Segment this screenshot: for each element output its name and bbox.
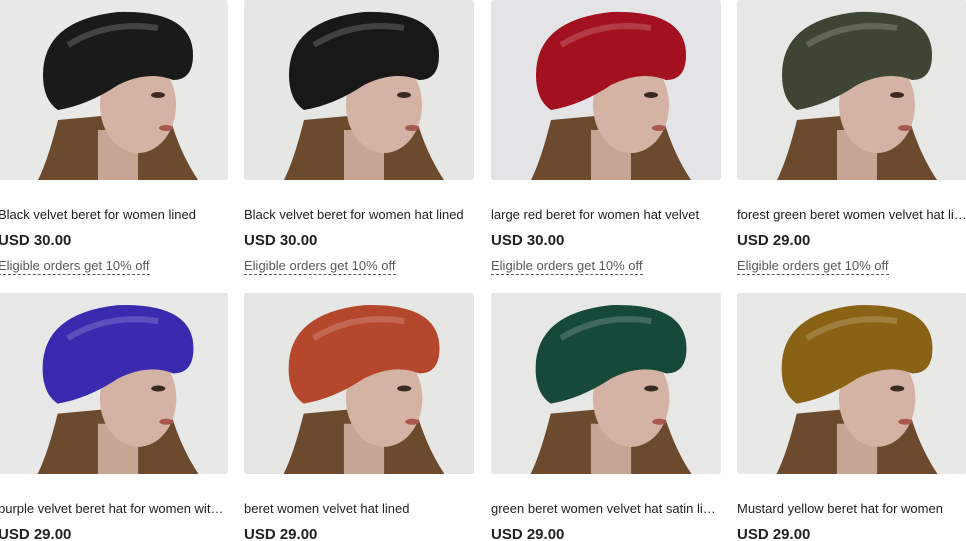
discount-promo[interactable]: Eligible orders get 10% off <box>0 258 150 275</box>
product-price: USD 30.00 <box>491 232 565 249</box>
product-title[interactable]: forest green beret women velvet hat line… <box>737 207 966 223</box>
product-price: USD 30.00 <box>244 232 318 249</box>
product-image[interactable] <box>491 0 721 180</box>
product-card[interactable]: forest green beret women velvet hat line… <box>737 0 966 275</box>
product-price: USD 30.00 <box>0 232 72 249</box>
discount-promo[interactable]: Eligible orders get 10% off <box>244 258 396 275</box>
product-price: USD 29.00 <box>491 526 565 541</box>
product-card[interactable]: large red beret for women hat velvet USD… <box>491 0 721 275</box>
product-title[interactable]: Black velvet beret for women hat lined <box>244 207 474 223</box>
product-image[interactable] <box>737 0 966 180</box>
product-image[interactable] <box>244 0 474 180</box>
product-photo <box>0 0 228 180</box>
product-image[interactable] <box>0 293 228 474</box>
product-card[interactable]: purple velvet beret hat for women with l… <box>0 293 228 541</box>
product-card[interactable]: beret women velvet hat lined USD 29.00 <box>244 293 474 541</box>
product-image[interactable] <box>244 293 474 474</box>
product-title[interactable]: large red beret for women hat velvet <box>491 207 721 223</box>
product-card[interactable]: Black velvet beret for women hat lined U… <box>244 0 474 275</box>
product-photo <box>491 293 721 474</box>
product-photo <box>244 293 474 474</box>
product-card[interactable]: green beret women velvet hat satin lined… <box>491 293 721 541</box>
product-photo <box>737 0 966 180</box>
product-price: USD 29.00 <box>0 526 72 541</box>
product-photo <box>0 293 228 474</box>
product-grid: Black velvet beret for women lined USD 3… <box>0 0 966 541</box>
product-title[interactable]: green beret women velvet hat satin lined <box>491 501 721 517</box>
product-title[interactable]: Black velvet beret for women lined <box>0 207 228 223</box>
product-photo <box>244 0 474 180</box>
product-price: USD 29.00 <box>737 526 811 541</box>
product-title[interactable]: Mustard yellow beret hat for women <box>737 501 966 517</box>
product-image[interactable] <box>491 293 721 474</box>
product-photo <box>737 293 966 474</box>
product-title[interactable]: beret women velvet hat lined <box>244 501 474 517</box>
product-card[interactable]: Mustard yellow beret hat for women USD 2… <box>737 293 966 541</box>
discount-promo[interactable]: Eligible orders get 10% off <box>491 258 643 275</box>
product-price: USD 29.00 <box>737 232 811 249</box>
product-image[interactable] <box>737 293 966 474</box>
product-card[interactable]: Black velvet beret for women lined USD 3… <box>0 0 228 275</box>
product-price: USD 29.00 <box>244 526 318 541</box>
discount-promo[interactable]: Eligible orders get 10% off <box>737 258 889 275</box>
product-image[interactable] <box>0 0 228 180</box>
product-photo <box>491 0 721 180</box>
product-title[interactable]: purple velvet beret hat for women with l… <box>0 501 228 517</box>
